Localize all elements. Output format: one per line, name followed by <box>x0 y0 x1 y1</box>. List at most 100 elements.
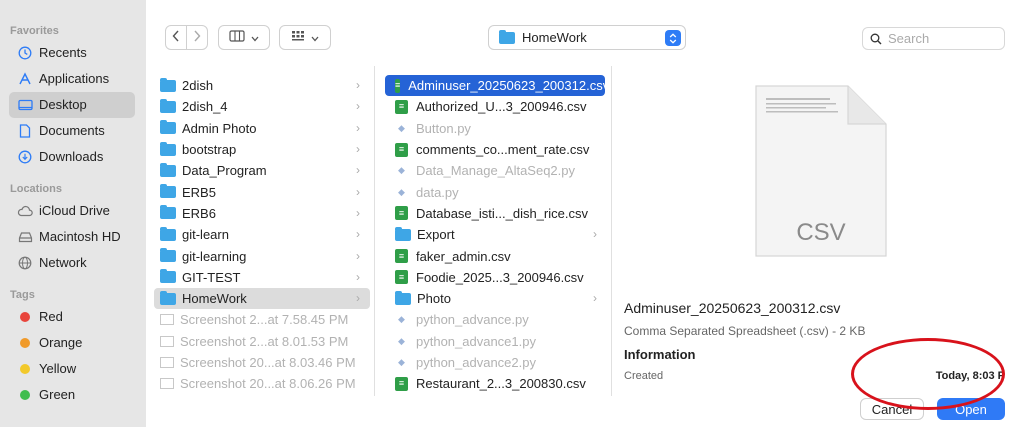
list-item[interactable]: 2dish_4 › <box>146 96 374 117</box>
cancel-button[interactable]: Cancel <box>860 398 924 420</box>
list-item[interactable]: bootstrap › <box>146 139 374 160</box>
clock-icon <box>17 45 33 61</box>
list-item[interactable]: ◆ data.py <box>377 181 611 202</box>
list-item[interactable]: ≡ comments_co...ment_rate.csv <box>377 139 611 160</box>
location-label: HomeWork <box>522 30 587 45</box>
python-file-icon: ◆ <box>398 335 405 346</box>
csv-file-icon: ≡ <box>395 270 408 285</box>
list-item[interactable]: git-learning › <box>146 245 374 266</box>
sidebar-item-label: Red <box>39 309 63 324</box>
item-label: HomeWork <box>182 291 247 307</box>
list-item[interactable]: ◆ Button.py <box>377 118 611 139</box>
list-item[interactable]: ◆ python_advance2.py <box>377 352 611 373</box>
item-label: Screenshot 20...at 8.03.46 PM <box>180 355 356 370</box>
list-item[interactable]: ◆ python_advance.py <box>377 309 611 330</box>
python-file-icon: ◆ <box>398 357 405 367</box>
csv-file-icon: ≡ <box>395 206 408 221</box>
folder-icon <box>499 29 515 44</box>
tags-heading: Tags <box>10 289 35 301</box>
sidebar-item-label: Documents <box>39 123 105 138</box>
sidebar-item-desktop[interactable]: Desktop <box>9 92 135 118</box>
list-item[interactable]: ERB6 › <box>146 203 374 224</box>
created-value: Today, 8:03 P <box>935 370 1005 382</box>
sidebar-tag-green[interactable]: Green <box>9 382 135 408</box>
list-item[interactable]: git-learn › <box>146 224 374 245</box>
item-label: Restaurant_2...3_200830.csv <box>416 376 586 392</box>
disk-icon <box>17 229 33 245</box>
chevron-right-icon: › <box>356 142 360 157</box>
item-label: Export <box>417 227 455 243</box>
list-item[interactable]: Admin Photo › <box>146 118 374 139</box>
view-mode-button[interactable] <box>218 25 270 50</box>
folder-icon <box>160 162 176 177</box>
folder-column: 2dish › 2dish_4 › Admin Photo › bootstrap › … <box>146 66 375 396</box>
item-label: faker_admin.csv <box>416 248 511 264</box>
item-label: python_advance1.py <box>416 333 536 349</box>
item-label: git-learn <box>182 227 229 243</box>
list-item[interactable]: ≡ Foodie_2025...3_200946.csv <box>377 267 611 288</box>
sidebar-item-label: Orange <box>39 335 83 350</box>
sidebar-item-documents[interactable]: Documents <box>9 118 135 144</box>
list-item[interactable]: ≡ Database_isti..._dish_rice.csv <box>377 203 611 224</box>
sidebar-item-label: Yellow <box>39 361 77 376</box>
sidebar-item-recents[interactable]: Recents <box>9 40 135 66</box>
toolbar: HomeWork Search <box>146 0 1009 66</box>
chevron-down-icon <box>311 31 319 45</box>
sidebar-tag-orange[interactable]: Orange <box>9 330 135 356</box>
open-button[interactable]: Open <box>937 398 1005 420</box>
cloud-icon <box>17 203 33 219</box>
item-label: ERB5 <box>182 184 216 200</box>
forward-button[interactable] <box>186 25 208 50</box>
list-item[interactable]: GIT-TEST › <box>146 267 374 288</box>
sidebar-tag-red[interactable]: Red <box>9 304 135 330</box>
list-item[interactable]: Screenshot 2...at 8.01.53 PM <box>146 331 374 352</box>
folder-icon <box>160 290 176 305</box>
item-label: python_advance.py <box>416 312 529 328</box>
image-file-icon <box>160 357 174 368</box>
python-file-icon: ◆ <box>398 165 405 176</box>
group-by-button[interactable] <box>279 25 331 50</box>
chevron-right-icon: › <box>356 184 360 199</box>
list-item[interactable]: ◆ Data_Manage_AltaSeq2.py <box>377 160 611 181</box>
sidebar-tag-yellow[interactable]: Yellow <box>9 356 135 382</box>
sidebar-item-macintosh-hd[interactable]: Macintosh HD <box>9 224 135 250</box>
file-column: ≡ Adminuser_20250623_200312.csv ≡ Authoriz… <box>377 66 612 396</box>
list-item-selected[interactable]: ≡ Adminuser_20250623_200312.csv <box>385 75 609 97</box>
list-item[interactable]: ≡ Authorized_U...3_200946.csv <box>377 96 611 117</box>
list-item[interactable]: Export › <box>377 224 611 245</box>
chevron-right-icon <box>193 30 201 45</box>
chevron-right-icon: › <box>356 163 360 178</box>
item-label: Adminuser_20250623_200312.csv <box>408 78 610 94</box>
list-item[interactable]: Data_Program › <box>146 160 374 181</box>
location-popup[interactable]: HomeWork <box>488 25 686 50</box>
list-item[interactable]: Screenshot 20...at 8.03.46 PM <box>146 352 374 373</box>
list-item[interactable]: ≡ Restaurant_2...3_200830.csv <box>377 373 611 394</box>
desktop-icon <box>17 97 33 113</box>
sidebar-item-icloud-drive[interactable]: iCloud Drive <box>9 198 135 224</box>
list-item[interactable]: ERB5 › <box>146 181 374 202</box>
item-label: Database_isti..._dish_rice.csv <box>416 205 588 221</box>
list-item[interactable]: ◆ python_advance1.py <box>377 331 611 352</box>
folder-icon <box>160 248 176 263</box>
list-item[interactable]: 2dish › <box>146 75 374 96</box>
columns-view-icon <box>229 30 245 45</box>
sidebar-item-label: Desktop <box>39 97 87 112</box>
list-item[interactable]: ≡ faker_admin.csv <box>377 245 611 266</box>
image-file-icon <box>160 378 174 390</box>
preview-file-name: Adminuser_20250623_200312.csv <box>624 300 841 316</box>
search-icon <box>870 33 882 45</box>
back-button[interactable] <box>165 25 187 50</box>
csv-file-icon: ≡ <box>395 78 401 93</box>
chevron-right-icon: › <box>593 227 597 242</box>
list-item[interactable]: Screenshot 2...at 7.58.45 PM <box>146 309 374 330</box>
search-input[interactable]: Search <box>862 27 1005 50</box>
sidebar-item-network[interactable]: Network <box>9 250 135 276</box>
sidebar-item-label: Downloads <box>39 149 104 164</box>
sidebar-item-downloads[interactable]: Downloads <box>9 144 135 170</box>
list-item[interactable]: Screenshot 20...at 8.06.26 PM <box>146 373 374 394</box>
list-item-selected[interactable]: HomeWork › <box>154 287 370 310</box>
sidebar-item-applications[interactable]: Applications <box>9 66 135 92</box>
item-label: 2dish <box>182 78 214 94</box>
sidebar-item-label: Green <box>39 387 76 402</box>
list-item[interactable]: Photo › <box>377 288 611 309</box>
